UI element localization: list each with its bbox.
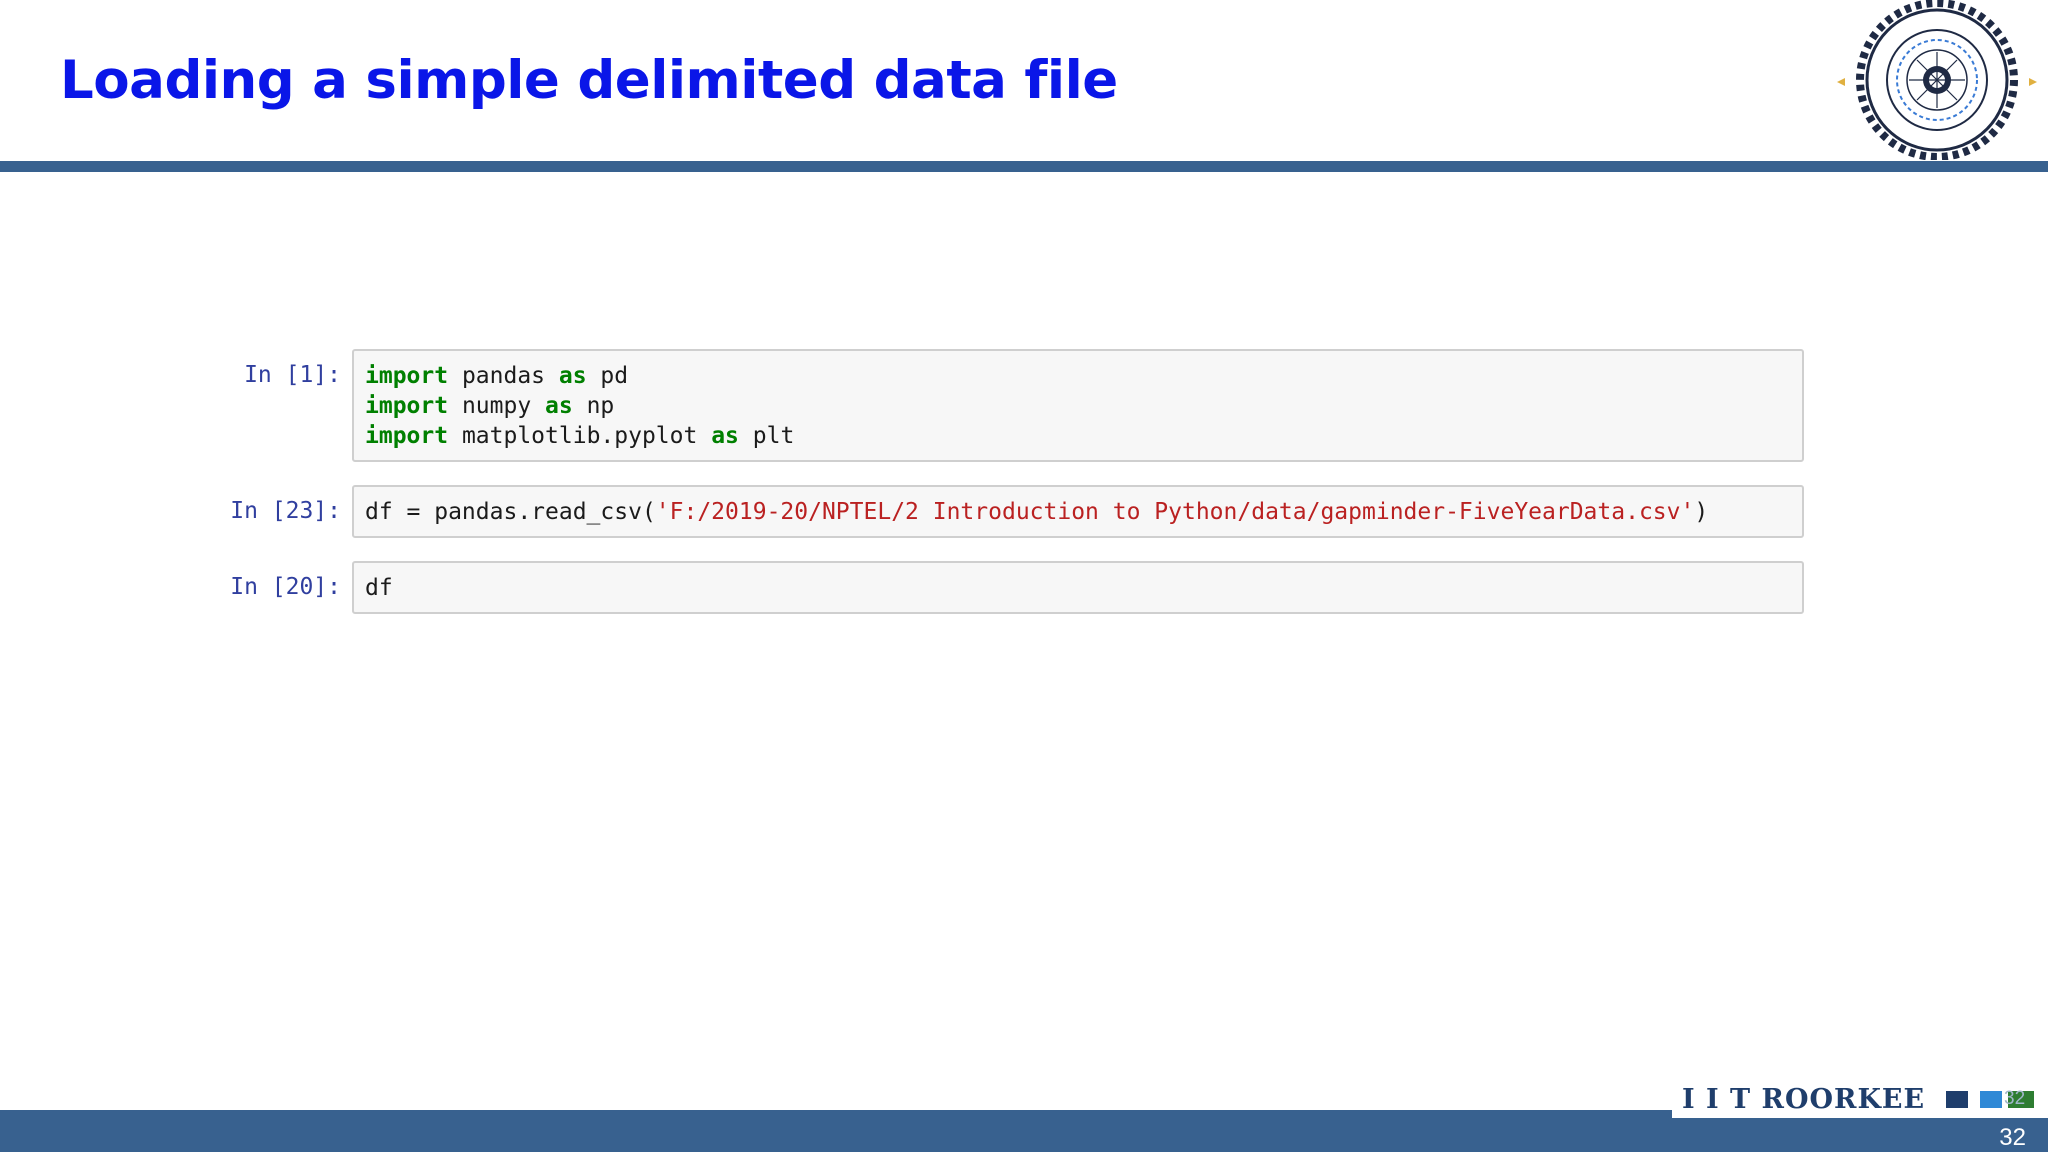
- code-keyword: as: [558, 363, 587, 389]
- code-line: import pandas as pd: [365, 361, 1802, 391]
- input-prompt: In [1]:: [244, 362, 341, 388]
- code-text: import pandas as pd import numpy as np imp…: [354, 351, 1802, 451]
- header-rule: [0, 161, 2048, 172]
- page-number-small: 32: [2004, 1088, 2026, 1109]
- code-line: df: [365, 573, 1802, 603]
- input-prompt: In [20]:: [230, 574, 341, 600]
- code-text: df = pandas.read_csv('F:/2019-20/NPTEL/2…: [354, 487, 1802, 527]
- code-string: 'F:/2019-20/NPTEL/2 Introduction to Pyth…: [655, 499, 1695, 525]
- code-line: df = pandas.read_csv('F:/2019-20/NPTEL/2…: [365, 497, 1802, 527]
- code-input-1[interactable]: import pandas as pd import numpy as np imp…: [352, 349, 1804, 462]
- code-token: matplotlib.pyplot: [448, 423, 712, 449]
- code-token: np: [572, 393, 615, 419]
- page-number: 32: [1999, 1124, 2026, 1151]
- code-line: import matplotlib.pyplot as plt: [365, 421, 1802, 451]
- code-token: df: [365, 575, 393, 601]
- code-keyword: import: [365, 423, 449, 449]
- code-token: df = pandas.read_csv(: [365, 499, 656, 525]
- footer-square-icon: [1980, 1091, 2002, 1108]
- code-input-3[interactable]: df: [352, 561, 1804, 614]
- code-token: pd: [586, 363, 629, 389]
- code-token: ): [1694, 499, 1709, 525]
- code-input-2[interactable]: df = pandas.read_csv('F:/2019-20/NPTEL/2…: [352, 485, 1804, 538]
- iit-roorkee-seal-icon: [1837, 0, 2037, 160]
- code-keyword: import: [365, 363, 449, 389]
- code-keyword: as: [711, 423, 739, 449]
- footer-brand-text: I I T ROORKEE: [1682, 1084, 1926, 1115]
- code-keyword: import: [365, 393, 449, 419]
- code-keyword: as: [545, 393, 573, 419]
- slide-title: Loading a simple delimited data file: [60, 50, 1118, 111]
- input-prompt: In [23]:: [230, 498, 341, 524]
- code-token: numpy: [448, 393, 546, 419]
- code-token: plt: [738, 423, 795, 449]
- code-text: df: [354, 563, 1802, 603]
- footer-square-icon: [1946, 1091, 1968, 1108]
- code-line: import numpy as np: [365, 391, 1802, 421]
- code-token: pandas: [448, 363, 559, 389]
